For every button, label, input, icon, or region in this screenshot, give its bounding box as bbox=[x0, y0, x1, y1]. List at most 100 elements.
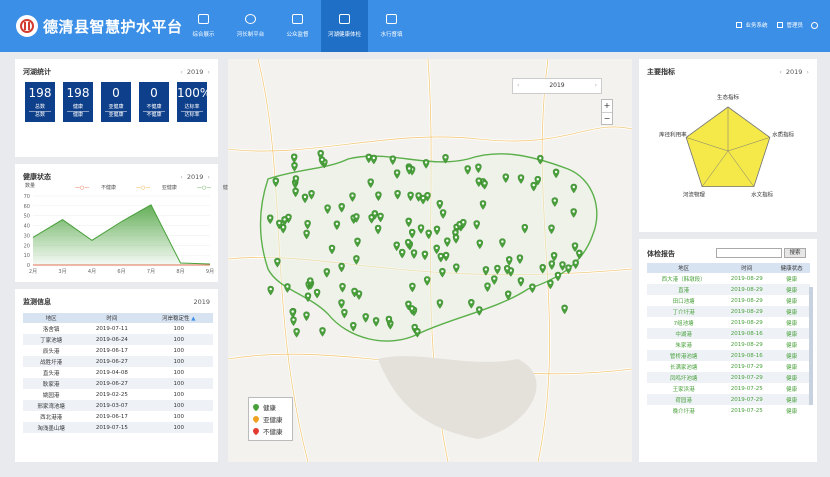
healthy-map-pin bbox=[319, 327, 326, 337]
pin-dot bbox=[427, 231, 430, 235]
pin-dot bbox=[455, 265, 458, 268]
pin-dot bbox=[395, 171, 399, 174]
table-row[interactable]: 王家浜港 2019-07-25 健康 bbox=[647, 383, 810, 394]
chevron-right-icon[interactable]: › bbox=[806, 68, 809, 76]
table-row[interactable]: 凤鸣圩池塘 2019-07-29 健康 bbox=[647, 372, 810, 383]
pin-dot bbox=[330, 246, 334, 250]
table-row[interactable]: 管桥港池塘 2019-08-16 健康 bbox=[647, 350, 810, 361]
col-header-stability[interactable]: 河岸稳定性 ▲ bbox=[144, 313, 213, 323]
table-row[interactable]: 耿家港 2019-06-27 100 bbox=[23, 378, 213, 389]
panel-title: 主要指标 bbox=[647, 68, 675, 76]
pin-shape bbox=[290, 316, 297, 327]
stat-box-unhealthy: 0 不健康 不健康 bbox=[139, 82, 169, 122]
col-header-region[interactable]: 地区 bbox=[647, 263, 721, 273]
table-cell: 2019-06-27 bbox=[79, 356, 145, 367]
healthy-map-pin bbox=[267, 285, 274, 296]
table-row[interactable]: 淘浅墨山塘 2019-07-15 100 bbox=[23, 422, 213, 433]
nav-item-public-supervision[interactable]: 公众监督 bbox=[274, 0, 321, 52]
col-header-time[interactable]: 时间 bbox=[79, 313, 145, 323]
table-row[interactable]: 晚介圩港 2019-07-25 健康 bbox=[647, 405, 810, 416]
chevron-right-icon[interactable]: › bbox=[207, 68, 210, 76]
business-system-link[interactable]: 业务系统 bbox=[736, 21, 767, 29]
table-row[interactable]: 西北港港 2019-06-17 100 bbox=[23, 411, 213, 422]
zoom-out-button[interactable]: − bbox=[602, 112, 612, 124]
chevron-left-icon[interactable]: ‹ bbox=[779, 68, 782, 76]
app-title: 德清县智慧护水平台 bbox=[43, 18, 183, 36]
admin-link[interactable]: 管理员 bbox=[777, 21, 803, 29]
pin-dot bbox=[578, 251, 581, 255]
zoom-in-button[interactable]: + bbox=[602, 100, 612, 112]
year-selector[interactable]: ‹ 2019 › bbox=[180, 173, 210, 181]
table-cell: 田口池塘 bbox=[672, 298, 695, 305]
nav-item-river-chief[interactable]: 河长制平台 bbox=[227, 0, 274, 52]
pin-dot bbox=[293, 164, 296, 167]
table-row[interactable]: 7组池塘 2019-08-29 健康 bbox=[647, 317, 810, 328]
pin-shape bbox=[319, 327, 326, 337]
table-row[interactable]: 直港 2019-08-29 健康 bbox=[647, 284, 810, 295]
zoom-control: + − bbox=[601, 99, 613, 125]
pin-dot bbox=[372, 156, 375, 160]
pin-dot bbox=[454, 231, 457, 234]
sort-up-icon: ▲ bbox=[191, 316, 196, 322]
panel-title: 健康状态 bbox=[23, 173, 51, 181]
nav-item-water-admin[interactable]: 水行督填 bbox=[368, 0, 415, 52]
pin-dot bbox=[506, 267, 509, 270]
power-icon[interactable] bbox=[811, 21, 818, 29]
nav-item-health-check[interactable]: 河湖健康体检 bbox=[321, 0, 368, 52]
search-input[interactable] bbox=[716, 248, 782, 258]
table-row[interactable]: 西大港（韩墩段） 2019-08-29 健康 bbox=[647, 273, 810, 284]
table-cell: 7组池塘 bbox=[673, 320, 694, 327]
table-row[interactable]: 丁家池塘 2019-06-24 100 bbox=[23, 334, 213, 345]
pin-dot bbox=[305, 313, 308, 316]
table-row[interactable]: 田口池塘 2019-08-29 健康 bbox=[647, 295, 810, 306]
nav-item-overview[interactable]: 综合展示 bbox=[180, 0, 227, 52]
report-icon bbox=[339, 14, 350, 24]
table-cell: 100 bbox=[144, 378, 213, 389]
table-row[interactable]: 荷园港 2019-07-29 健康 bbox=[647, 394, 810, 405]
year-selector[interactable]: ‹ 2019 › bbox=[180, 68, 210, 76]
table-row[interactable]: 辰头港 2019-06-17 100 bbox=[23, 345, 213, 356]
x-tick-label: 3月 bbox=[58, 269, 66, 275]
pin-dot bbox=[401, 250, 404, 254]
pin-dot bbox=[325, 270, 328, 273]
network-icon bbox=[245, 14, 256, 24]
pin-dot bbox=[269, 216, 272, 219]
chevron-left-icon[interactable]: ‹ bbox=[180, 68, 183, 76]
col-header-region[interactable]: 地区 bbox=[23, 313, 80, 323]
table-cell: 100 bbox=[173, 369, 185, 376]
col-header-status[interactable]: 健康状态 bbox=[773, 263, 810, 273]
orange-pin-icon bbox=[251, 414, 261, 424]
healthy-map-pin bbox=[529, 283, 536, 294]
pin-dot bbox=[340, 264, 343, 268]
chevron-left-icon[interactable]: ‹ bbox=[180, 173, 183, 181]
table-row[interactable]: 洛舍镇 2019-07-11 100 bbox=[23, 323, 213, 334]
legend-healthy: 健康 bbox=[251, 401, 288, 413]
pin-dot bbox=[539, 157, 542, 160]
x-tick-label: 7月 bbox=[147, 269, 155, 275]
table-row[interactable]: 朱家港 2019-08-29 健康 bbox=[647, 339, 810, 350]
table-row[interactable]: 中湖港 2019-08-16 健康 bbox=[647, 328, 810, 339]
table-row[interactable]: 邢家湾池塘 2019-03-07 100 bbox=[23, 400, 213, 411]
report-table: 地区 时间 健康状态 西大港（韩墩段） 2019-08-29 健康 直港 2019-08… bbox=[647, 263, 810, 416]
table-row[interactable]: 直头港 2019-04-08 100 bbox=[23, 367, 213, 378]
pin-shape bbox=[291, 153, 298, 164]
table-row[interactable]: 丁介圩港 2019-08-29 健康 bbox=[647, 306, 810, 317]
scrollbar[interactable] bbox=[809, 287, 813, 405]
col-header-time[interactable]: 时间 bbox=[720, 263, 774, 273]
table-row[interactable]: 长满家池塘 2019-07-29 健康 bbox=[647, 361, 810, 372]
healthy-area bbox=[33, 204, 210, 265]
table-row[interactable]: 姚园港 2019-02-25 100 bbox=[23, 389, 213, 400]
pin-dot bbox=[410, 307, 414, 310]
radar-axis-label: 水文指标 bbox=[751, 191, 774, 199]
pin-dot bbox=[573, 244, 577, 247]
table-cell: 2019-08-29 bbox=[730, 275, 763, 282]
chevron-right-icon[interactable]: › bbox=[207, 173, 210, 181]
pin-dot bbox=[439, 254, 442, 258]
panel-title: 体检报告 bbox=[647, 250, 675, 258]
year-selector[interactable]: ‹ 2019 › bbox=[779, 68, 809, 76]
pin-dot bbox=[351, 194, 354, 197]
x-tick-label: 6月 bbox=[117, 269, 125, 275]
table-row[interactable]: 战胜圩港 2019-06-27 100 bbox=[23, 356, 213, 367]
search-button[interactable]: 搜索 bbox=[784, 248, 806, 258]
map-year-selector[interactable]: ‹ 2019 › bbox=[512, 78, 602, 94]
